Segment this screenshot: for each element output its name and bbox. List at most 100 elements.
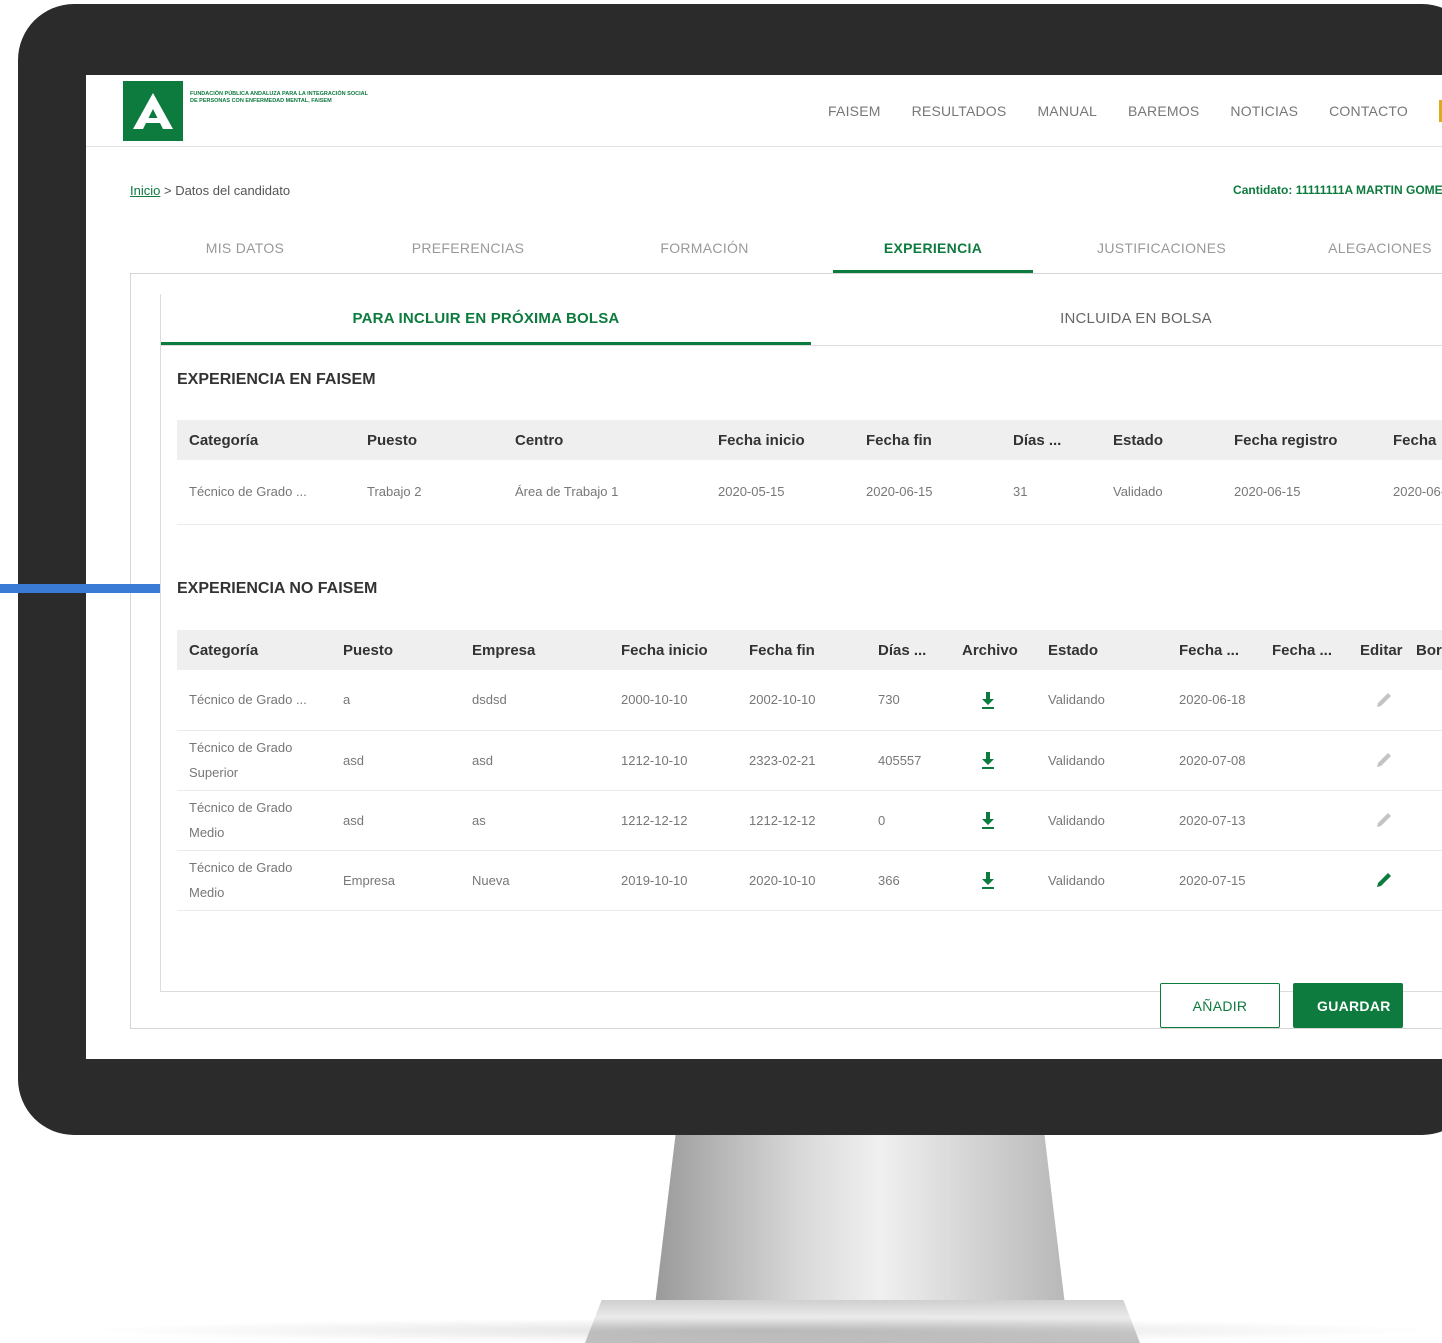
cell-borrar[interactable] (1412, 850, 1442, 911)
cell-fecha-fin: 2002-10-10 (737, 670, 866, 731)
candidate-label: Cantidato: 11111111A MARTIN GOMEZ (1233, 183, 1442, 197)
logo[interactable] (123, 81, 183, 141)
cell-archivo (962, 730, 1048, 791)
faisem-table: Categoría Puesto Centro Fecha inicio Fec… (177, 420, 1442, 525)
col-fecha-inicio[interactable]: Fecha inicio (706, 420, 854, 460)
col-estado[interactable]: Estado (1101, 420, 1222, 460)
col-archivo[interactable]: Archivo (962, 630, 1048, 670)
col-categoria[interactable]: Categoría (177, 420, 355, 460)
faisem-section-title: EXPERIENCIA EN FAISEM (177, 371, 376, 388)
tab-experiencia[interactable]: EXPERIENCIA (833, 225, 1033, 273)
cell-fecha-fin: 2323-02-21 (737, 730, 866, 791)
cell-estado: Validando (1048, 850, 1167, 911)
site-header: FUNDACIÓN PÚBLICA ANDALUZA PARA LA INTEG… (86, 75, 1442, 147)
col-fecha-registro[interactable]: Fecha registro (1222, 420, 1381, 460)
breadcrumb-home-link[interactable]: Inicio (130, 183, 160, 198)
col-borrar[interactable]: Borrar (1412, 630, 1442, 670)
cell-fecha-fin: 2020-10-10 (737, 850, 866, 911)
subtab-incluida-bolsa[interactable]: INCLUIDA EN BOLSA (811, 294, 1442, 345)
nav-resultados[interactable]: RESULTADOS (912, 103, 1007, 119)
nav-contacto[interactable]: CONTACTO (1329, 103, 1408, 119)
breadcrumb-current: Datos del candidato (175, 183, 291, 198)
table-row: Técnico de Grado Medio asd as 1212-12-12 121… (177, 790, 1442, 851)
cell-fecha-inicio: 1212-12-12 (609, 790, 737, 851)
col-fecha-registro[interactable]: Fecha ... (1167, 630, 1260, 670)
pencil-icon[interactable] (1374, 750, 1412, 770)
cell-fecha-registro: 2020-07-15 (1167, 850, 1260, 911)
col-dias[interactable]: Días ... (1001, 420, 1101, 460)
col-empresa[interactable]: Empresa (460, 630, 609, 670)
col-fecha-validacion[interactable]: Fecha ... (1260, 630, 1360, 670)
cell-borrar[interactable] (1412, 790, 1442, 851)
cell-categoria: Técnico de Grado Superior (177, 730, 331, 791)
cell-fecha-inicio: 2020-05-15 (706, 460, 854, 525)
pencil-icon[interactable] (1374, 870, 1412, 890)
tab-mis-datos[interactable]: MIS DATOS (130, 225, 360, 273)
pencil-icon[interactable] (1374, 690, 1412, 710)
cell-fecha-inicio: 1212-10-10 (609, 730, 737, 791)
cell-puesto: Empresa (331, 850, 460, 911)
cell-fecha-validacion (1260, 670, 1360, 731)
cell-fecha: 2020-06-15 (1381, 460, 1442, 525)
col-estado[interactable]: Estado (1048, 630, 1167, 670)
pencil-icon[interactable] (1374, 810, 1412, 830)
subtab-proxima-bolsa[interactable]: PARA INCLUIR EN PRÓXIMA BOLSA (161, 294, 811, 345)
col-centro[interactable]: Centro (503, 420, 706, 460)
table-row: Técnico de Grado ... a dsdsd 2000-10-10 2002… (177, 670, 1442, 731)
add-button[interactable]: AÑADIR (1160, 983, 1280, 1028)
cell-categoria: Técnico de Grado Medio (177, 790, 331, 851)
nav-manual[interactable]: MANUAL (1037, 103, 1097, 119)
col-categoria[interactable]: Categoría (177, 630, 331, 670)
nav-faisem[interactable]: FAISEM (828, 103, 881, 119)
col-puesto[interactable]: Puesto (331, 630, 460, 670)
cell-dias: 0 (866, 790, 962, 851)
cell-categoria: Técnico de Grado ... (177, 670, 331, 731)
no-faisem-section-title: EXPERIENCIA NO FAISEM (177, 580, 378, 597)
cell-fecha-fin: 2020-06-15 (854, 460, 1001, 525)
cell-empresa: as (460, 790, 609, 851)
cell-estado: Validado (1101, 460, 1222, 525)
monitor-stand-neck (655, 1135, 1065, 1305)
download-icon[interactable] (980, 871, 1048, 889)
tab-formacion[interactable]: FORMACIÓN (576, 225, 833, 273)
cell-puesto: asd (331, 790, 460, 851)
save-button[interactable]: GUARDAR (1293, 983, 1403, 1028)
download-icon[interactable] (980, 751, 1048, 769)
cell-archivo (962, 850, 1048, 911)
col-fecha-fin[interactable]: Fecha fin (854, 420, 1001, 460)
download-icon[interactable] (980, 691, 1048, 709)
cell-estado: Validando (1048, 670, 1167, 731)
col-editar[interactable]: Editar (1360, 630, 1412, 670)
table-row: Técnico de Grado ... Trabajo 2 Área de T… (177, 460, 1442, 525)
tab-preferencias[interactable]: PREFERENCIAS (360, 225, 576, 273)
cell-borrar[interactable] (1412, 730, 1442, 791)
tab-alegaciones[interactable]: ALEGACIONES (1290, 225, 1442, 273)
cell-fecha-registro: 2020-06-18 (1167, 670, 1260, 731)
col-fecha-fin[interactable]: Fecha fin (737, 630, 866, 670)
no-faisem-header-row: Categoría Puesto Empresa Fecha inicio Fe… (177, 630, 1442, 670)
download-icon[interactable] (980, 811, 1048, 829)
cell-dias: 730 (866, 670, 962, 731)
col-puesto[interactable]: Puesto (355, 420, 503, 460)
logo-a-icon (133, 93, 173, 129)
floor-shadow (80, 1318, 1442, 1343)
experience-inner-panel: PARA INCLUIR EN PRÓXIMA BOLSA INCLUIDA E… (160, 294, 1442, 992)
col-fecha[interactable]: Fecha (1381, 420, 1442, 460)
cell-fecha-registro: 2020-07-13 (1167, 790, 1260, 851)
cell-borrar[interactable] (1412, 670, 1442, 731)
nav-noticias[interactable]: NOTICIAS (1230, 103, 1298, 119)
breadcrumb: Inicio > Datos del candidato (130, 183, 290, 198)
cell-centro: Área de Trabajo 1 (503, 460, 706, 525)
nav-baremos[interactable]: BAREMOS (1128, 103, 1199, 119)
cell-fecha-registro: 2020-07-08 (1167, 730, 1260, 791)
cell-empresa: Nueva (460, 850, 609, 911)
cell-estado: Validando (1048, 790, 1167, 851)
cell-editar (1360, 670, 1412, 731)
col-fecha-inicio[interactable]: Fecha inicio (609, 630, 737, 670)
tab-justificaciones[interactable]: JUSTIFICACIONES (1033, 225, 1290, 273)
cell-categoria: Técnico de Grado ... (177, 460, 355, 525)
cell-editar (1360, 850, 1412, 911)
cell-puesto: a (331, 670, 460, 731)
cell-editar (1360, 730, 1412, 791)
col-dias[interactable]: Días ... (866, 630, 962, 670)
